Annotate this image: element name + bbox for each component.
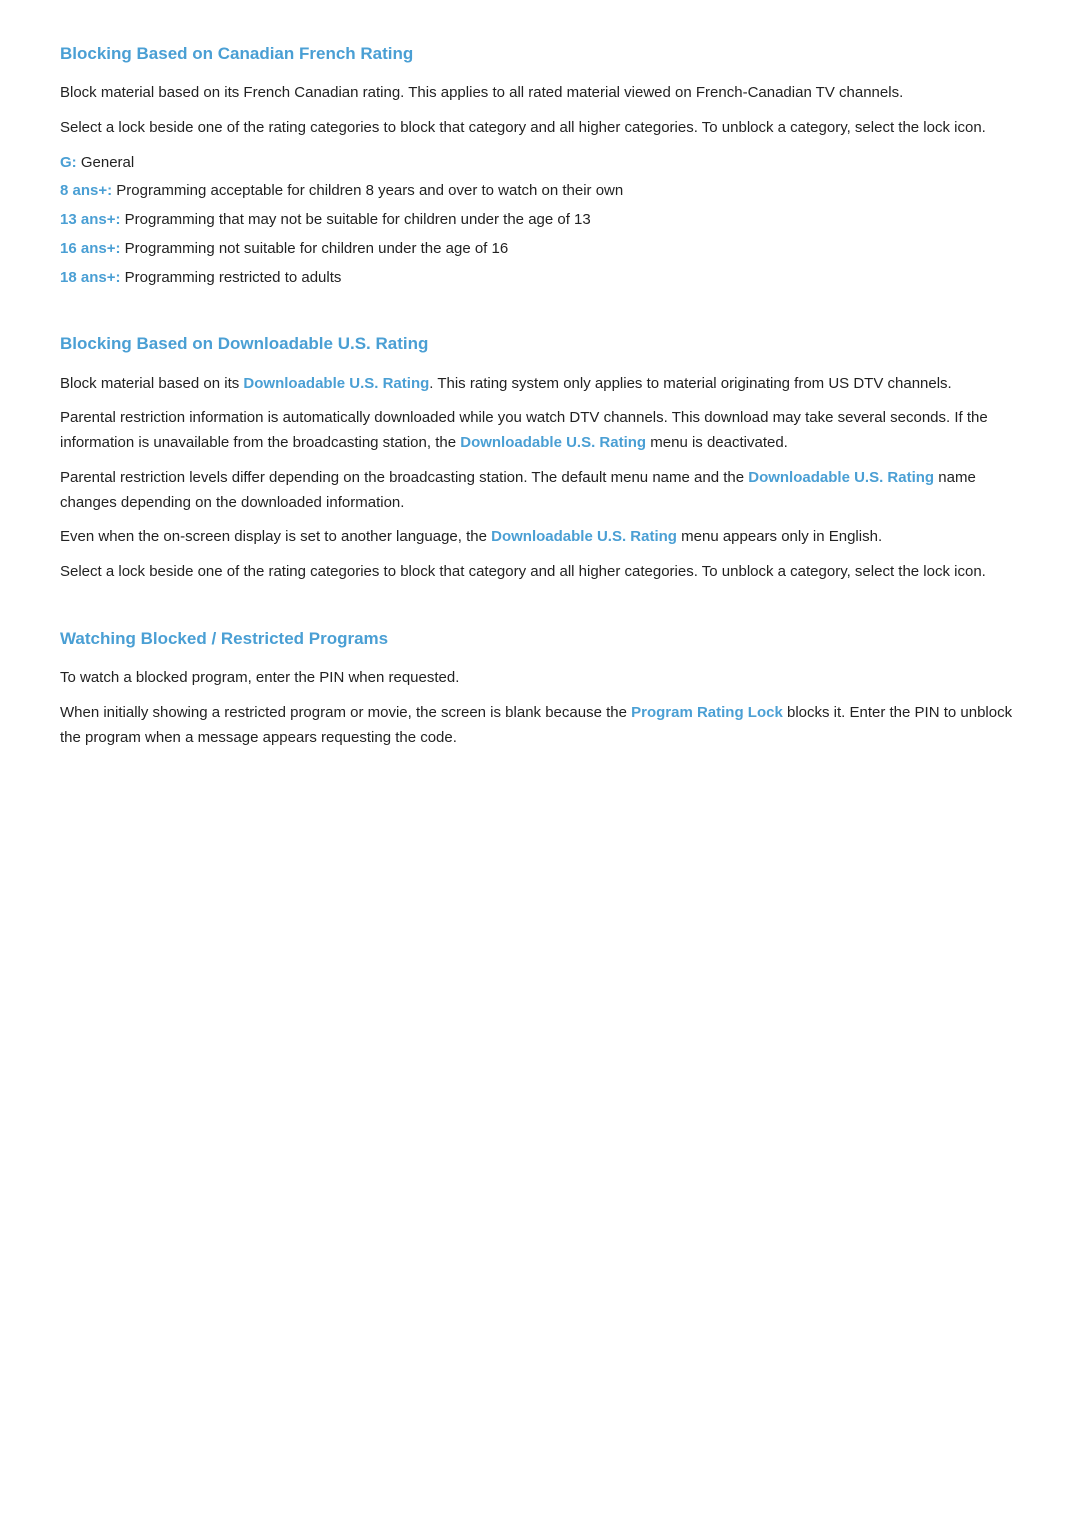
section-canadian-french-rating: Blocking Based on Canadian French Rating… <box>60 40 1020 290</box>
paragraph-download-5: Select a lock beside one of the rating c… <box>60 560 1020 585</box>
rating-g-description: General <box>81 154 134 171</box>
paragraph-canadian-1: Block material based on its French Canad… <box>60 81 1020 106</box>
rating-g: G: General <box>60 151 1020 176</box>
paragraph-download-1: Block material based on its Downloadable… <box>60 372 1020 397</box>
rating-g-label: G: <box>60 154 77 171</box>
section-title-watching-blocked: Watching Blocked / Restricted Programs <box>60 625 1020 652</box>
link-downloadable-us-3: Downloadable U.S. Rating <box>748 469 934 486</box>
rating-8ans: 8 ans+: Programming acceptable for child… <box>60 179 1020 204</box>
section-title-downloadable-us: Blocking Based on Downloadable U.S. Rati… <box>60 330 1020 357</box>
paragraph-canadian-2: Select a lock beside one of the rating c… <box>60 116 1020 141</box>
paragraph-watching-2: When initially showing a restricted prog… <box>60 701 1020 751</box>
section-title-canadian-french: Blocking Based on Canadian French Rating <box>60 40 1020 67</box>
section-watching-blocked: Watching Blocked / Restricted Programs T… <box>60 625 1020 750</box>
rating-13ans: 13 ans+: Programming that may not be sui… <box>60 208 1020 233</box>
paragraph-watching-1: To watch a blocked program, enter the PI… <box>60 666 1020 691</box>
paragraph-download-4: Even when the on-screen display is set t… <box>60 525 1020 550</box>
link-program-rating-lock: Program Rating Lock <box>631 704 783 721</box>
rating-16ans: 16 ans+: Programming not suitable for ch… <box>60 237 1020 262</box>
rating-8ans-label: 8 ans+: <box>60 182 112 199</box>
paragraph-download-3: Parental restriction levels differ depen… <box>60 466 1020 516</box>
rating-13ans-description: Programming that may not be suitable for… <box>125 211 591 228</box>
link-downloadable-us-1: Downloadable U.S. Rating <box>243 375 429 392</box>
section-downloadable-us-rating: Blocking Based on Downloadable U.S. Rati… <box>60 330 1020 584</box>
rating-18ans-label: 18 ans+: <box>60 269 120 286</box>
link-downloadable-us-2: Downloadable U.S. Rating <box>460 434 646 451</box>
rating-18ans-description: Programming restricted to adults <box>125 269 342 286</box>
paragraph-download-2: Parental restriction information is auto… <box>60 406 1020 456</box>
rating-16ans-label: 16 ans+: <box>60 240 120 257</box>
rating-13ans-label: 13 ans+: <box>60 211 120 228</box>
rating-8ans-description: Programming acceptable for children 8 ye… <box>116 182 623 199</box>
link-downloadable-us-4: Downloadable U.S. Rating <box>491 528 677 545</box>
rating-18ans: 18 ans+: Programming restricted to adult… <box>60 266 1020 291</box>
rating-16ans-description: Programming not suitable for children un… <box>125 240 509 257</box>
